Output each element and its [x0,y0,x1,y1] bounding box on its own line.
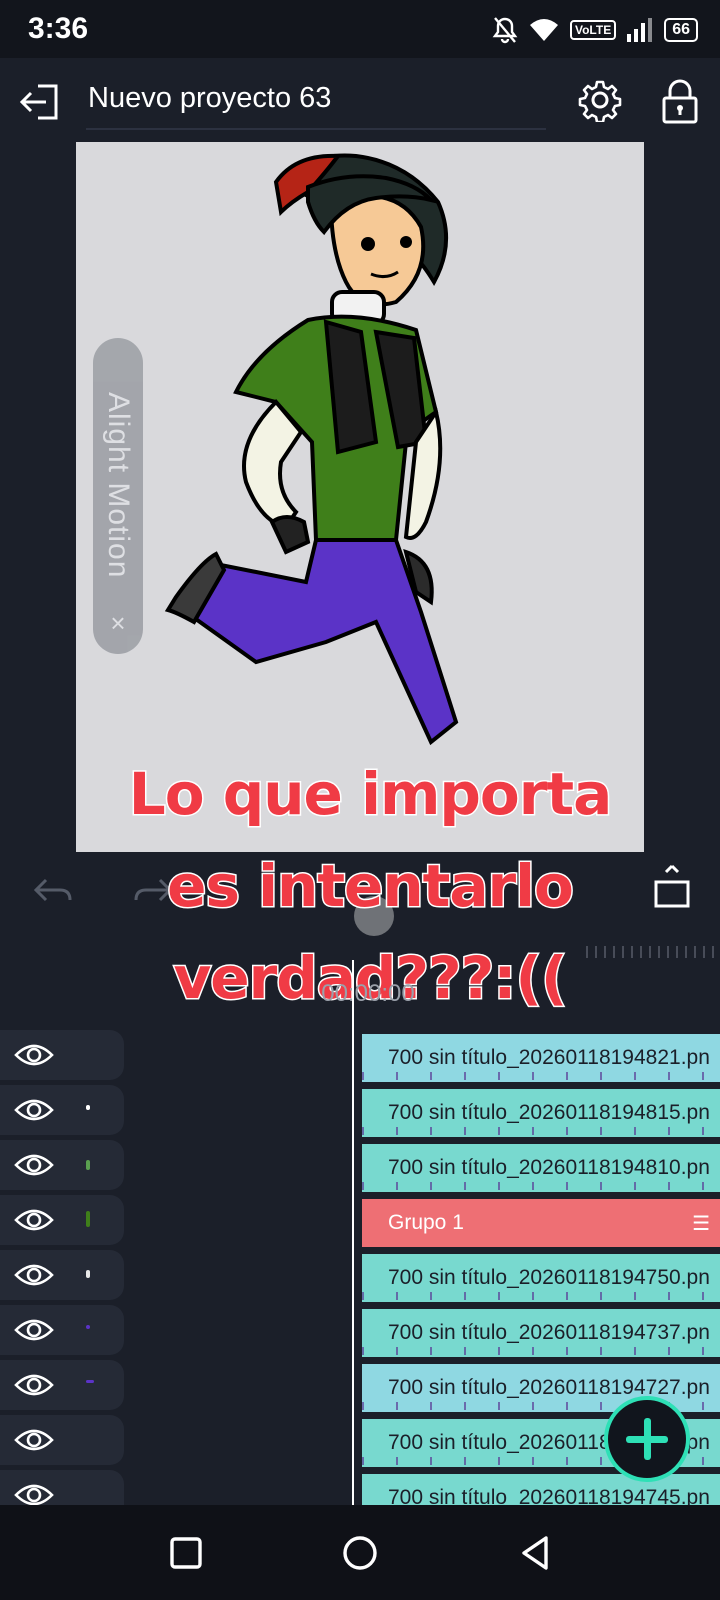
track-label: 700 sin título_20260118194745.pn [388,1486,710,1505]
eye-icon[interactable] [14,1426,54,1454]
layer-thumbnail [86,1211,90,1227]
group-track[interactable]: Grupo 1 ☰ [362,1199,720,1247]
volte-badge: VoLTE [569,20,617,40]
layer-cell[interactable] [0,1250,124,1300]
layer-cell[interactable] [0,1030,124,1080]
drag-handle-icon[interactable]: ☰ [692,1211,710,1236]
exit-icon[interactable] [18,80,62,124]
caption-line: Lo que importa [127,759,613,830]
preview-canvas[interactable] [76,142,644,852]
track-label: 700 sin título_20260118194821.pn [388,1046,710,1069]
keyframe-ticks [362,1182,720,1190]
layer-thumbnail [86,1160,90,1170]
home-icon[interactable] [340,1533,380,1573]
caption-line: verdad???:(( [172,943,569,1014]
timeline-track[interactable]: 700 sin título_20260118194750.pn [362,1254,720,1302]
layer-cell[interactable] [0,1195,124,1245]
lock-icon[interactable] [658,78,702,126]
timeline-track[interactable]: 700 sin título_20260118194745.pn [362,1474,720,1505]
clock: 3:36 [28,12,89,45]
timeline-track[interactable]: 700 sin título_20260118194810.pn [362,1144,720,1192]
wifi-icon [529,19,558,41]
track-label: 700 sin título_20260118194810.pn [388,1156,710,1179]
layer-cell[interactable] [0,1415,124,1465]
layer-thumbnail [86,1105,90,1110]
caption-line: es intentarlo [166,851,576,922]
timecode: 00:00:00 [321,980,415,1007]
add-layer-button[interactable] [604,1396,690,1482]
project-title[interactable]: Nuevo proyecto 63 [88,82,331,115]
gear-icon[interactable] [578,78,622,122]
back-icon[interactable] [516,1533,556,1573]
title-underline [86,128,546,130]
timeline-track[interactable]: 700 sin título_20260118194815.pn [362,1089,720,1137]
keyframe-ticks [362,1292,720,1300]
keyframe-ticks [362,1072,720,1080]
layer-thumbnail [86,1380,94,1383]
timeline-track[interactable]: 700 sin título_20260118194737.pn [362,1309,720,1357]
eye-icon[interactable] [14,1261,54,1289]
layer-cell[interactable] [0,1140,124,1190]
project-header: Nuevo proyecto 63 [0,58,720,142]
track-label: 700 sin título_20260118194737.pn [388,1321,710,1344]
watermark-close-button[interactable]: × [93,608,143,639]
eye-icon[interactable] [14,1206,54,1234]
watermark-badge[interactable]: Alight Motion × [93,338,143,654]
status-icons: VoLTE 66 [492,14,698,46]
track-label: 700 sin título_20260118194815.pn [388,1101,710,1124]
keyframe-ticks [362,1347,720,1355]
eye-icon[interactable] [14,1096,54,1124]
eye-icon[interactable] [14,1371,54,1399]
layer-cell[interactable] [0,1305,124,1355]
plus-icon [644,1418,651,1460]
watermark-text: Alight Motion [102,391,135,579]
fullscreen-icon[interactable] [650,860,694,920]
eye-icon[interactable] [14,1151,54,1179]
track-label: Grupo 1 [388,1211,464,1234]
character-artwork [164,153,459,746]
status-bar: 3:36 VoLTE 66 [0,0,720,58]
recent-apps-icon[interactable] [166,1533,206,1573]
layer-visibility-panel [0,1030,124,1520]
undo-icon[interactable] [32,860,74,920]
eye-icon[interactable] [14,1316,54,1344]
track-label: 700 sin título_20260118194750.pn [388,1266,710,1289]
layer-thumbnail [86,1270,90,1278]
playhead-line[interactable] [352,960,354,1505]
layer-cell[interactable] [0,1360,124,1410]
muted-notifications-icon [492,17,518,44]
system-nav-bar [0,1505,720,1600]
layer-cell[interactable] [0,1085,124,1135]
layer-thumbnail [86,1325,90,1329]
eye-icon[interactable] [14,1041,54,1069]
timeline-track[interactable]: 700 sin título_20260118194821.pn [362,1034,720,1082]
signal-icon [627,18,653,42]
battery-indicator: 66 [664,18,698,42]
keyframe-ticks [362,1127,720,1135]
track-label: 700 sin título_20260118194727.pn [388,1376,710,1399]
